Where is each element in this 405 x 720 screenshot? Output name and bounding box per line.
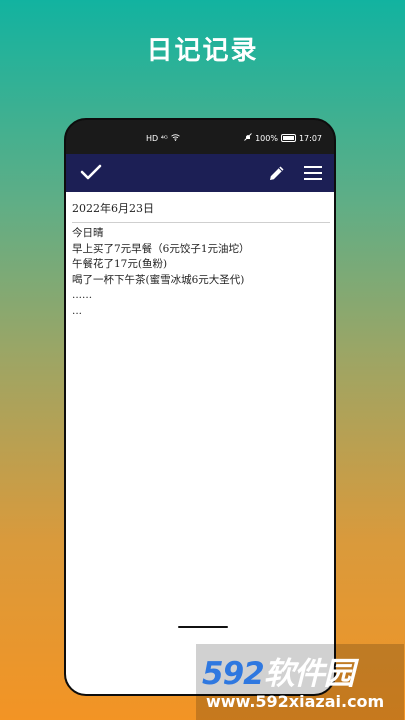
- page-headline: 日记记录: [146, 36, 259, 66]
- watermark-url: www.592xiazai.com: [206, 692, 385, 711]
- check-icon[interactable]: [80, 163, 102, 185]
- diary-line: 早上买了7元早餐（6元饺子1元油坨）: [72, 242, 250, 255]
- status-bar: HD ⁴ᴳ 100% 17:07: [66, 120, 334, 154]
- status-time: 17:07: [298, 133, 322, 143]
- diary-line: 喝了一杯下午茶(蜜雪冰城6元大圣代): [72, 273, 245, 286]
- site-watermark: 592软件园 www.592xiazai.com: [196, 644, 404, 720]
- battery-percent: 100%: [255, 133, 278, 143]
- diary-line: ...: [72, 304, 83, 317]
- watermark-logo: 592软件园: [202, 648, 355, 693]
- watermark-logo-text: 软件园: [263, 656, 355, 692]
- diary-content: 2022年6月23日 今日晴 早上买了7元早餐（6元饺子1元油坨） 午餐花了17…: [66, 192, 334, 694]
- menu-icon[interactable]: [304, 165, 322, 185]
- network-icon: HD ⁴ᴳ: [146, 134, 168, 143]
- diary-line: ......: [72, 289, 93, 301]
- diary-date[interactable]: 2022年6月23日: [72, 200, 330, 223]
- diary-line: 今日晴: [72, 227, 104, 239]
- status-left-icons: HD ⁴ᴳ: [146, 134, 180, 143]
- phone-frame: HD ⁴ᴳ 100% 17:07 2022年6月23日 今日晴 早上买了7元早餐…: [64, 118, 336, 696]
- diary-body[interactable]: 今日晴 早上买了7元早餐（6元饺子1元油坨） 午餐花了17元(鱼粉) 喝了一杯下…: [72, 226, 330, 319]
- battery-icon: [280, 134, 296, 142]
- mute-icon: [244, 133, 252, 143]
- pencil-icon[interactable]: [268, 164, 286, 186]
- home-indicator[interactable]: [178, 626, 228, 628]
- toolbar: [66, 154, 334, 192]
- status-right-icons: 100% 17:07: [244, 133, 322, 143]
- diary-line: 午餐花了17元(鱼粉): [72, 258, 168, 270]
- watermark-logo-number: 592: [202, 656, 265, 692]
- wifi-icon: [171, 134, 180, 143]
